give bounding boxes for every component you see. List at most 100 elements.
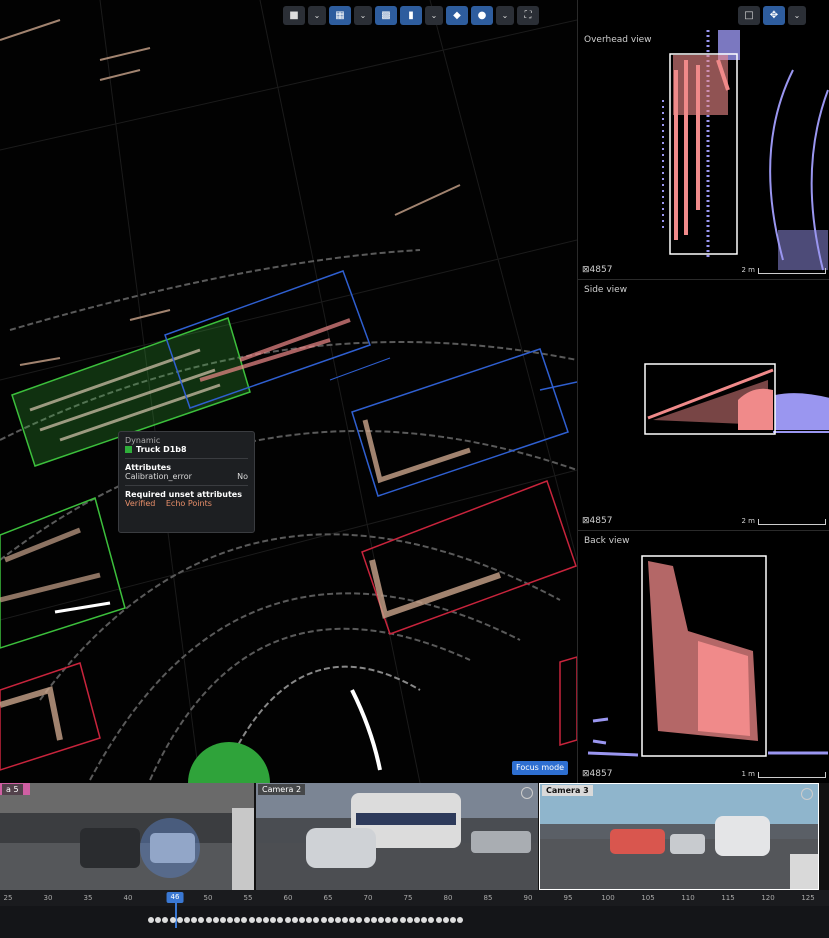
frame-dot[interactable] (378, 917, 384, 923)
frame-dot[interactable] (176, 917, 183, 923)
tooltip-name-text: Truck D1b8 (136, 445, 187, 454)
layout-grid-icon[interactable]: ▦ (329, 6, 351, 25)
frame-dot[interactable] (399, 917, 406, 923)
point-size-icon[interactable]: ● (471, 6, 493, 25)
chevron-down-icon[interactable]: ⌄ (308, 6, 326, 25)
timeline-tick: 25 (3, 894, 13, 902)
frame-dot[interactable] (169, 917, 176, 923)
scale-bar: 1 m (742, 770, 826, 778)
frame-dot[interactable] (356, 917, 363, 923)
frame-dot[interactable] (270, 917, 277, 923)
frame-dot[interactable] (298, 917, 305, 923)
required-heading: Required unset attributes (125, 490, 242, 499)
scale-bar: 2 m (742, 517, 826, 525)
side-view[interactable]: Side view ⊠4857 2 m (578, 280, 829, 531)
side-views-panel: □ ✥ ⌄ Overhead view ⊠4857 2 m Side view … (577, 0, 829, 783)
frame-dot[interactable] (306, 917, 313, 923)
frame-dot[interactable] (435, 917, 442, 923)
frame-dot[interactable] (413, 917, 420, 923)
point-cloud-canvas[interactable] (0, 0, 577, 783)
frame-dot[interactable] (191, 917, 198, 923)
frame-dot[interactable] (263, 917, 269, 923)
frame-dot[interactable] (406, 917, 413, 923)
fullscreen-icon[interactable]: ⛶ (517, 6, 539, 25)
frame-dot[interactable] (248, 917, 255, 923)
main-3d-viewport[interactable]: ■ ⌄ ▦ ⌄ ▩ ▮ ⌄ ◆ ● ⌄ ⛶ Dynamic Truck D1b8… (0, 0, 577, 783)
box-view-icon[interactable]: □ (738, 6, 760, 25)
required-attributes: Verified Echo Points (125, 499, 248, 508)
timeline-tick: 125 (801, 894, 815, 902)
view-title: Side view (584, 285, 628, 295)
timeline[interactable]: 25 30 35 40 46 50 55 60 65 70 75 80 85 90 95 100 105 110 1… (0, 890, 829, 938)
layers-icon[interactable]: ◆ (446, 6, 468, 25)
frame-dot[interactable] (313, 917, 320, 923)
chevron-down-icon[interactable]: ⌄ (425, 6, 443, 25)
frame-dot[interactable] (148, 917, 154, 923)
move-icon[interactable]: ✥ (763, 6, 785, 25)
chevron-down-icon[interactable]: ⌄ (354, 6, 372, 25)
attribute-value: No (237, 472, 248, 481)
frame-dot[interactable] (385, 917, 392, 923)
frame-dot[interactable] (183, 917, 190, 923)
camera-label: Camera 3 (542, 785, 593, 796)
scale-bar: 2 m (742, 266, 826, 274)
frame-dot[interactable] (320, 917, 327, 923)
frame-dot[interactable] (428, 917, 435, 923)
frame-dot[interactable] (277, 917, 284, 923)
frame-dot[interactable] (363, 917, 370, 923)
frame-dot[interactable] (241, 917, 248, 923)
timeline-tick: 105 (641, 894, 655, 902)
frame-dot[interactable] (219, 917, 226, 923)
frame-dot[interactable] (334, 917, 341, 923)
frame-dot[interactable] (227, 917, 234, 923)
frame-dot[interactable] (212, 917, 219, 923)
point-count: ⊠4857 (582, 516, 613, 526)
frame-dot[interactable] (370, 917, 377, 923)
camera-3-thumbnail[interactable]: Camera 3 (539, 783, 819, 890)
frame-dot[interactable] (155, 917, 162, 923)
attributes-heading: Attributes (125, 463, 171, 472)
frame-dot[interactable] (284, 917, 291, 923)
camera-icon[interactable]: ■ (283, 6, 305, 25)
frame-dot[interactable] (255, 917, 262, 923)
bbox-car-blue-2[interactable] (351, 348, 569, 497)
frame-dot[interactable] (162, 917, 169, 923)
timeline-tick: 50 (203, 894, 213, 902)
frame-dot[interactable] (442, 917, 449, 923)
side-toolbar: □ ✥ ⌄ (738, 6, 806, 25)
tooltip-object-name: Truck D1b8 (125, 445, 248, 454)
timeline-tick: 35 (83, 894, 93, 902)
focus-mode-badge[interactable]: Focus mode (512, 761, 569, 775)
playhead-line[interactable] (175, 902, 177, 928)
required-attr-echo-points: Echo Points (165, 499, 212, 508)
frame-dot[interactable] (291, 917, 298, 923)
camera-2-thumbnail[interactable]: Camera 2 (256, 783, 538, 890)
label-tag-icon[interactable]: ▮ (400, 6, 422, 25)
required-attr-verified: Verified (125, 499, 156, 508)
camera-5-thumbnail[interactable]: a 5 (0, 783, 254, 890)
frame-dot[interactable] (205, 917, 212, 923)
chevron-down-icon[interactable]: ⌄ (496, 6, 514, 25)
target-icon[interactable] (521, 787, 533, 799)
frame-dot[interactable] (457, 917, 464, 923)
timeline-tick: 115 (721, 894, 735, 902)
frame-dot[interactable] (349, 917, 356, 923)
bbox-car-red-2[interactable] (0, 662, 101, 771)
frame-dot[interactable] (421, 917, 428, 923)
timeline-ruler[interactable]: 25 30 35 40 46 50 55 60 65 70 75 80 85 90 95 100 105 110 1… (0, 890, 829, 906)
class-color-swatch (125, 446, 132, 453)
timeline-tick: 80 (443, 894, 453, 902)
frame-dot[interactable] (327, 917, 334, 923)
frame-dot[interactable] (234, 917, 241, 923)
frame-dot[interactable] (449, 917, 456, 923)
frame-dot[interactable] (342, 917, 349, 923)
main-toolbar: ■ ⌄ ▦ ⌄ ▩ ▮ ⌄ ◆ ● ⌄ ⛶ (283, 6, 539, 25)
checker-icon[interactable]: ▩ (375, 6, 397, 25)
frame-dot[interactable] (198, 917, 205, 923)
timeline-tick: 65 (323, 894, 333, 902)
frame-dot[interactable] (392, 917, 399, 923)
overhead-view[interactable]: Overhead view ⊠4857 2 m (578, 30, 829, 280)
back-view[interactable]: Back view ⊠4857 1 m (578, 531, 829, 783)
target-icon[interactable] (801, 788, 813, 800)
chevron-down-icon[interactable]: ⌄ (788, 6, 806, 25)
